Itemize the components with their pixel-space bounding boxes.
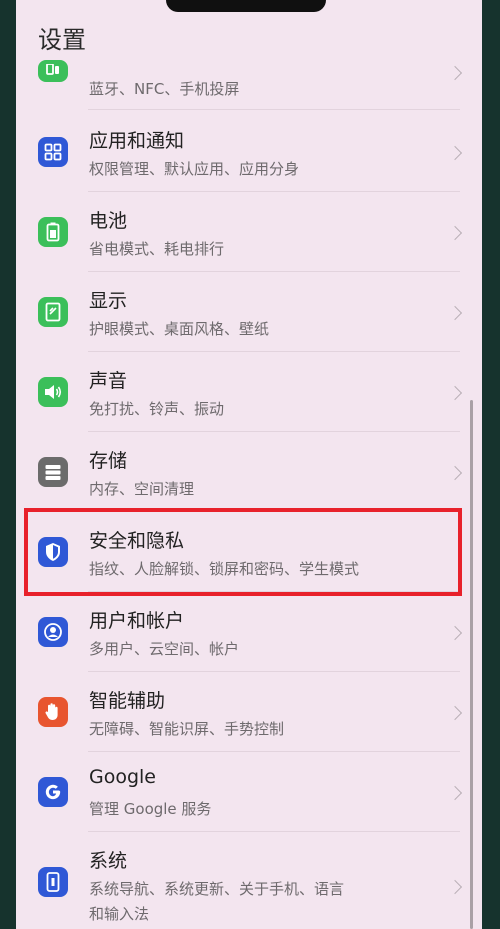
chevron-right-icon bbox=[447, 145, 463, 161]
hand-icon bbox=[38, 697, 68, 727]
chevron-right-icon bbox=[447, 305, 463, 321]
chevron-right-icon bbox=[447, 385, 463, 401]
item-subtitle: 无障碍、智能识屏、手势控制 bbox=[89, 720, 285, 738]
item-title: 声音 bbox=[89, 370, 128, 392]
display-icon bbox=[38, 297, 68, 327]
settings-item-google[interactable]: Google 管理 Google 服务 bbox=[16, 752, 482, 832]
item-subtitle: 免打扰、铃声、振动 bbox=[89, 400, 225, 418]
user-account-icon bbox=[38, 617, 68, 647]
item-title: 应用和通知 bbox=[89, 130, 185, 152]
item-subtitle: 管理 Google 服务 bbox=[89, 800, 212, 818]
devices-connection-icon bbox=[38, 60, 68, 82]
item-subtitle-continued: 和输入法 bbox=[89, 905, 150, 923]
item-subtitle: 护眼模式、桌面风格、壁纸 bbox=[89, 320, 270, 338]
settings-item-accounts[interactable]: 用户和帐户 多用户、云空间、帐户 bbox=[16, 592, 482, 672]
camera-notch bbox=[166, 0, 326, 12]
apps-grid-icon bbox=[38, 137, 68, 167]
item-title: 系统 bbox=[89, 850, 128, 872]
item-title: 显示 bbox=[89, 290, 128, 312]
chevron-right-icon bbox=[447, 625, 463, 641]
chevron-right-icon bbox=[447, 879, 463, 895]
scrollbar[interactable] bbox=[470, 400, 473, 929]
page-title: 设置 bbox=[38, 26, 86, 54]
settings-item-system[interactable]: 系统 系统导航、系统更新、关于手机、语言 和输入法 bbox=[16, 832, 482, 929]
battery-icon bbox=[38, 217, 68, 247]
item-subtitle: 内存、空间清理 bbox=[89, 480, 195, 498]
settings-screen: 蓝牙、NFC、手机投屏 应用和通知 权限管理、默认应用、应用分身 电池 省电模式… bbox=[16, 0, 482, 929]
google-icon bbox=[38, 777, 68, 807]
item-title: 存储 bbox=[89, 450, 128, 472]
chevron-right-icon bbox=[447, 785, 463, 801]
storage-icon bbox=[38, 457, 68, 487]
settings-item-battery[interactable]: 电池 省电模式、耗电排行 bbox=[16, 192, 482, 272]
item-subtitle: 多用户、云空间、帐户 bbox=[89, 640, 240, 658]
item-subtitle: 蓝牙、NFC、手机投屏 bbox=[89, 80, 240, 98]
settings-item-display[interactable]: 显示 护眼模式、桌面风格、壁纸 bbox=[16, 272, 482, 352]
item-subtitle: 省电模式、耗电排行 bbox=[89, 240, 225, 258]
chevron-right-icon bbox=[447, 705, 463, 721]
phone-bezel-left bbox=[0, 0, 16, 929]
item-subtitle: 系统导航、系统更新、关于手机、语言 bbox=[89, 880, 345, 898]
phone-system-icon bbox=[38, 867, 68, 897]
phone-bezel-right bbox=[482, 0, 500, 929]
settings-item-accessibility[interactable]: 智能辅助 无障碍、智能识屏、手势控制 bbox=[16, 672, 482, 752]
item-title: Google bbox=[89, 766, 157, 788]
highlight-box bbox=[24, 508, 462, 596]
chevron-right-icon bbox=[447, 465, 463, 481]
divider bbox=[88, 109, 460, 110]
item-title: 用户和帐户 bbox=[89, 610, 185, 632]
chevron-right-icon bbox=[447, 65, 463, 81]
settings-item-apps[interactable]: 应用和通知 权限管理、默认应用、应用分身 bbox=[16, 112, 482, 192]
item-title: 智能辅助 bbox=[89, 690, 166, 712]
app-bar: 设置 bbox=[16, 0, 482, 60]
settings-item-sound[interactable]: 声音 免打扰、铃声、振动 bbox=[16, 352, 482, 432]
item-subtitle: 权限管理、默认应用、应用分身 bbox=[89, 160, 300, 178]
chevron-right-icon bbox=[447, 225, 463, 241]
speaker-icon bbox=[38, 377, 68, 407]
settings-item-storage[interactable]: 存储 内存、空间清理 bbox=[16, 432, 482, 512]
item-title: 电池 bbox=[89, 210, 128, 232]
